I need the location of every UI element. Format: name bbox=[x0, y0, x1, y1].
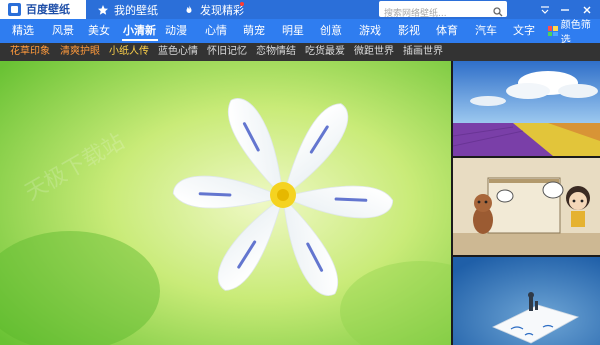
category-tab[interactable]: 美女 bbox=[88, 19, 110, 43]
category-tab[interactable]: 动漫 bbox=[165, 19, 187, 43]
category-bar: 精选 风景 美女 小清新 动漫 心情 萌宠 明星 创意 游戏 影视 体育 汽车 … bbox=[0, 19, 600, 43]
logo-tab[interactable]: 百度壁纸 bbox=[0, 0, 86, 19]
active-tab-underline bbox=[122, 39, 158, 41]
category-tab[interactable]: 游戏 bbox=[359, 19, 381, 43]
title-bar: 百度壁纸 我的壁纸 发现精彩 bbox=[0, 0, 600, 22]
subcategory-item[interactable]: 清爽护眼 bbox=[60, 43, 100, 61]
menu-icon[interactable] bbox=[536, 0, 554, 19]
color-filter-button[interactable]: 颜色筛选 bbox=[548, 19, 600, 46]
subcategory-item[interactable]: 微距世界 bbox=[354, 43, 394, 61]
category-tab[interactable]: 明星 bbox=[282, 19, 304, 43]
app-title: 百度壁纸 bbox=[26, 3, 70, 16]
subcategory-item[interactable]: 插画世界 bbox=[403, 43, 443, 61]
search-box[interactable] bbox=[379, 1, 507, 22]
color-filter-label: 颜色筛选 bbox=[560, 20, 591, 46]
color-grid-icon bbox=[548, 26, 558, 36]
baidu-wallpaper-logo-icon bbox=[8, 3, 21, 16]
flame-icon bbox=[182, 3, 195, 16]
paper-figure-thumbnail[interactable] bbox=[453, 257, 600, 345]
category-tab[interactable]: 文字 bbox=[513, 19, 535, 43]
category-tab[interactable]: 心情 bbox=[205, 19, 227, 43]
subcategory-item[interactable]: 花草印象 bbox=[10, 43, 50, 61]
category-tab[interactable]: 创意 bbox=[320, 19, 342, 43]
category-tab[interactable]: 汽车 bbox=[475, 19, 497, 43]
category-tab[interactable]: 影视 bbox=[398, 19, 420, 43]
cartoon-dog-girl-thumbnail[interactable] bbox=[453, 158, 600, 255]
notification-dot bbox=[240, 2, 244, 6]
subcategory-item[interactable]: 小纸人传 bbox=[109, 43, 149, 61]
nav-discover-label: 发现精彩 bbox=[200, 3, 244, 17]
nav-my-wallpapers[interactable]: 我的壁纸 bbox=[96, 0, 158, 19]
category-tab[interactable]: 萌宠 bbox=[243, 19, 265, 43]
main-wallpaper-image[interactable]: 天极下载站 bbox=[0, 61, 451, 345]
tulip-field-thumbnail[interactable] bbox=[453, 61, 600, 156]
subcategory-item[interactable]: 怀旧记忆 bbox=[207, 43, 247, 61]
subcategory-item[interactable]: 吃货最爱 bbox=[305, 43, 345, 61]
nav-discover[interactable]: 发现精彩 bbox=[182, 0, 244, 19]
nav-my-wallpapers-label: 我的壁纸 bbox=[114, 3, 158, 17]
subcategory-item[interactable]: 蓝色心情 bbox=[158, 43, 198, 61]
subcategory-item[interactable]: 恋物情结 bbox=[256, 43, 296, 61]
category-tab[interactable]: 精选 bbox=[12, 19, 34, 43]
subcategory-bar: 花草印象 清爽护眼 小纸人传 蓝色心情 怀旧记忆 恋物情结 吃货最爱 微距世界 … bbox=[0, 43, 600, 61]
star-icon bbox=[96, 3, 109, 16]
category-tab[interactable]: 体育 bbox=[436, 19, 458, 43]
category-tab[interactable]: 风景 bbox=[52, 19, 74, 43]
search-icon[interactable] bbox=[492, 3, 504, 17]
